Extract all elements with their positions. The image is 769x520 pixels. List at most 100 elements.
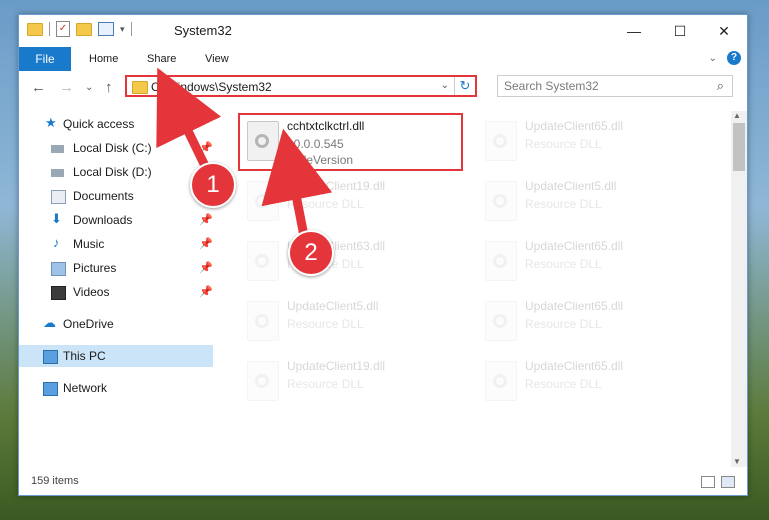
up-arrow-icon[interactable]: ↑ <box>105 79 113 96</box>
sidebar-item-local-disk-c[interactable]: Local Disk (C:) 📌 <box>19 137 213 159</box>
tab-home[interactable]: Home <box>89 47 118 71</box>
file-item[interactable]: UpdateClient65.dll Resource DLL <box>479 355 699 407</box>
chevron-down-icon[interactable]: ▾ <box>120 24 125 35</box>
documents-icon <box>51 190 66 204</box>
tab-file[interactable]: File <box>19 47 71 71</box>
sidebar-item-label: Pictures <box>73 261 117 275</box>
pin-icon[interactable]: 📌 <box>199 233 213 255</box>
pin-icon[interactable]: 📌 <box>199 209 213 231</box>
details-view-icon[interactable] <box>701 476 715 488</box>
file-name: UpdateClient5.dll <box>287 299 379 313</box>
sidebar-item-this-pc[interactable]: This PC <box>19 345 213 367</box>
pin-icon[interactable]: 📌 <box>199 281 213 303</box>
search-icon[interactable]: ⌕ <box>717 78 724 94</box>
music-icon: ♪ <box>53 235 60 250</box>
address-path[interactable]: C:\Windows\System32 <box>151 80 272 94</box>
file-description: Resource DLL <box>525 137 602 151</box>
file-name: UpdateClient65.dll <box>525 119 624 133</box>
file-name: UpdateClient65.dll <box>525 239 624 253</box>
sidebar-item-downloads[interactable]: ⬇ Downloads 📌 <box>19 209 213 231</box>
sidebar-item-label: Music <box>73 237 105 251</box>
file-item[interactable]: UpdateClient63.dll Resource DLL <box>241 235 461 287</box>
pc-icon <box>43 350 58 364</box>
search-input[interactable]: Search System32 ⌕ <box>497 75 733 97</box>
window-title: System32 <box>174 23 232 38</box>
divider <box>49 22 50 36</box>
file-item[interactable]: UpdateClient5.dll Resource DLL <box>479 175 699 227</box>
sidebar-item-pictures[interactable]: Pictures 📌 <box>19 257 213 279</box>
drive-icon <box>51 145 64 153</box>
file-name: UpdateClient65.dll <box>525 359 624 373</box>
address-bar[interactable]: C:\Windows\System32 ⌄ ↻ <box>125 75 477 97</box>
folder-icon <box>132 81 148 94</box>
file-highlight-box <box>238 113 463 171</box>
customize-toolbar-icon[interactable] <box>98 22 114 36</box>
sidebar-item-label: Quick access <box>63 117 135 131</box>
file-item[interactable]: UpdateClient19.dll Resource DLL <box>241 355 461 407</box>
pin-icon[interactable]: 📌 <box>199 257 213 279</box>
sidebar-item-music[interactable]: ♪ Music 📌 <box>19 233 213 255</box>
step-1-badge: 1 <box>190 162 236 208</box>
dll-file-icon <box>247 301 279 341</box>
file-description: Resource DLL <box>287 197 364 211</box>
file-item[interactable]: UpdateClient65.dll Resource DLL <box>479 235 699 287</box>
scroll-down-icon[interactable]: ▼ <box>733 457 741 466</box>
cloud-icon: ☁ <box>43 315 56 330</box>
quick-access-toolbar: ✓ ▾ <box>27 21 132 37</box>
expand-ribbon-icon[interactable]: ⌄ <box>709 53 717 64</box>
folder-icon <box>27 22 43 36</box>
dll-file-icon <box>485 181 517 221</box>
large-icons-view-icon[interactable] <box>721 476 735 488</box>
sidebar-item-documents[interactable]: Documents 📌 <box>19 185 213 207</box>
tab-view[interactable]: View <box>205 47 229 71</box>
sidebar-item-onedrive[interactable]: ☁ OneDrive <box>19 313 213 335</box>
sidebar-item-label: This PC <box>63 349 106 363</box>
sidebar-item-label: OneDrive <box>63 317 114 331</box>
sidebar-item-local-disk-d[interactable]: Local Disk (D:) 📌 <box>19 161 213 183</box>
sidebar-item-videos[interactable]: Videos 📌 <box>19 281 213 303</box>
sidebar-item-label: Downloads <box>73 213 133 227</box>
recent-locations-icon[interactable]: ⌄ <box>85 82 93 93</box>
sidebar-item-label: Videos <box>73 285 110 299</box>
refresh-icon[interactable]: ↻ <box>454 77 475 95</box>
properties-check-icon[interactable]: ✓ <box>56 21 70 37</box>
dll-file-icon <box>247 181 279 221</box>
file-description: Resource DLL <box>525 317 602 331</box>
file-item[interactable]: UpdateClient65.dll Resource DLL <box>479 115 699 167</box>
file-description: Resource DLL <box>525 257 602 271</box>
file-description: Resource DLL <box>287 317 364 331</box>
scrollbar-thumb[interactable] <box>733 123 745 171</box>
sidebar-item-quick-access[interactable]: ★ Quick access <box>19 113 213 135</box>
divider <box>130 22 132 36</box>
pin-icon[interactable]: 📌 <box>199 137 213 159</box>
new-folder-icon[interactable] <box>76 22 92 36</box>
dll-file-icon <box>485 361 517 401</box>
tab-share[interactable]: Share <box>147 47 176 71</box>
close-button[interactable]: ✕ <box>701 15 747 47</box>
maximize-button[interactable]: ☐ <box>657 15 703 47</box>
ribbon-tabs: File Home Share View ⌄ ? <box>19 47 747 71</box>
sidebar-item-network[interactable]: Network <box>19 377 213 399</box>
file-item[interactable]: UpdateClient19.dll Resource DLL <box>241 175 461 227</box>
star-icon: ★ <box>45 115 57 130</box>
file-item[interactable]: UpdateClient5.dll Resource DLL <box>241 295 461 347</box>
file-item[interactable]: UpdateClient65.dll Resource DLL <box>479 295 699 347</box>
dll-file-icon <box>485 241 517 281</box>
chevron-down-icon[interactable]: ⌄ <box>441 80 449 91</box>
sidebar-item-label: Documents <box>73 189 134 203</box>
step-2-badge: 2 <box>288 230 334 276</box>
file-name: UpdateClient65.dll <box>525 299 624 313</box>
sidebar-item-label: Local Disk (D:) <box>73 165 152 179</box>
back-arrow-icon[interactable]: ← <box>31 79 46 96</box>
navigation-pane: ★ Quick access Local Disk (C:) 📌 Local D… <box>19 111 213 467</box>
downloads-icon: ⬇ <box>51 211 62 226</box>
help-icon[interactable]: ? <box>727 51 741 65</box>
drive-icon <box>51 169 64 177</box>
dll-file-icon <box>247 361 279 401</box>
title-bar: ✓ ▾ System32 — ☐ ✕ <box>19 15 747 47</box>
minimize-button[interactable]: — <box>611 15 657 47</box>
forward-arrow-icon[interactable]: → <box>59 79 74 96</box>
videos-icon <box>51 286 66 300</box>
sidebar-item-label: Local Disk (C:) <box>73 141 152 155</box>
scroll-up-icon[interactable]: ▲ <box>733 111 741 120</box>
